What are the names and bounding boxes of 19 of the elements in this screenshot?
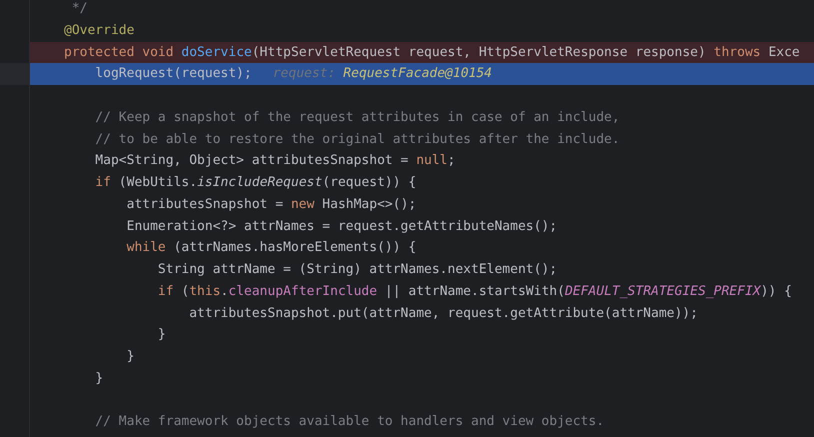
code-line: // to be able to restore the original attributes after the include. <box>94 130 620 148</box>
code-line: } <box>94 370 104 388</box>
code-line: Enumeration<?> attrNames = request.getAttributeNames(); <box>126 218 558 236</box>
code-line: logRequest(request); <box>94 65 252 84</box>
code-line: attributesSnapshot = new HashMap<>(); <box>126 196 416 214</box>
code-line: Map<String, Object> attributesSnapshot = null; <box>94 152 456 170</box>
code-line: // Keep a snapshot of the request attributes in case of an include, <box>94 108 620 127</box>
code-line: */ <box>70 0 88 18</box>
code-line: if (this.cleanupAfterInclude || attrName.startsWith(DEFAULT_STRATEGIES_PREFIX)) { <box>156 282 792 301</box>
inline-value-hint: request: RequestFacade@10154 <box>272 65 492 84</box>
code-line: } <box>156 326 166 344</box>
code-line: protected void doService(HttpServletRequest request, HttpServletResponse response) throws Exce <box>64 44 800 62</box>
code-line: String attrName = (String) attrNames.nextElement(); <box>156 261 558 279</box>
code-line: while (attrNames.hasMoreElements()) { <box>126 239 416 258</box>
code-line: attributesSnapshot.put(attrName, request.getAttribute(attrName)); <box>188 304 698 322</box>
code-line: if (WebUtils.isIncludeRequest(request)) { <box>94 174 416 192</box>
code-line: } <box>126 348 134 366</box>
code-line: @Override <box>64 22 134 40</box>
code-line: // Make framework objects available to handlers and view objects. <box>94 413 604 432</box>
